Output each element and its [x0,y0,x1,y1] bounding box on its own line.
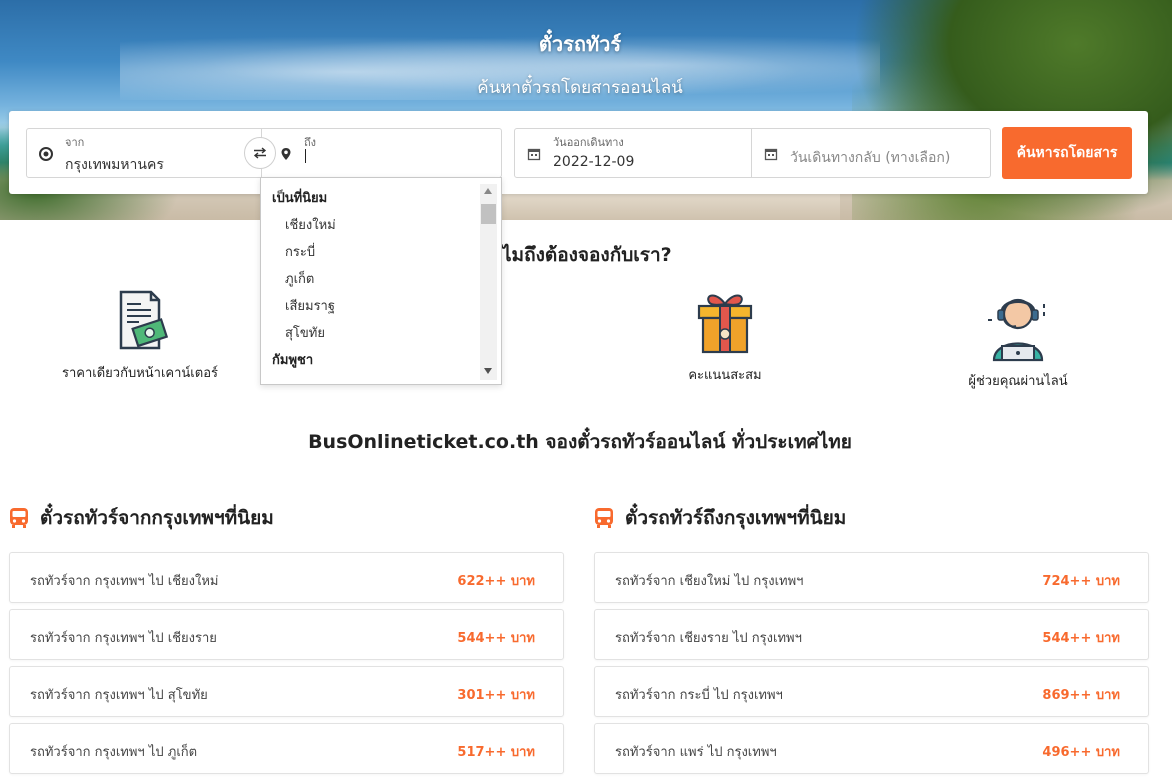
dropdown-scrollbar[interactable] [480,184,497,380]
route-name: รถทัวร์จาก กรุงเทพฯ ไป เชียงใหม่ [30,574,219,589]
ticket-money-icon [119,290,169,350]
depart-date-value[interactable]: 2022-12-09 [553,154,634,170]
route-name: รถทัวร์จาก แพร่ ไป กรุงเทพฯ [615,745,777,760]
swap-button[interactable] [244,137,276,169]
hero-title: ตั๋วรถทัวร์ [538,32,622,56]
scroll-up-icon[interactable] [484,188,492,194]
route-price: 517++ บาท [457,745,535,760]
dropdown-item[interactable]: เชียงใหม่ [261,205,485,233]
feature-line-support: ผู้ช่วยคุณผ่านไลน์ [918,290,1118,391]
scroll-down-icon[interactable] [484,368,492,374]
dropdown-item[interactable]: กระบี่ [261,232,485,260]
destination-list: เป็นที่นิยม เชียงใหม่ กระบี่ ภูเก็ต เสีย… [261,178,485,368]
route-name: รถทัวร์จาก กรุงเทพฯ ไป สุโขทัย [30,688,208,703]
section-title: ตั๋วรถทัวร์จากกรุงเทพฯที่นิยม [40,507,274,529]
support-agent-icon [988,298,1045,362]
feature-points: คะแนนสะสม [625,290,825,385]
from-field[interactable]: จาก กรุงเทพมหานคร [26,128,262,178]
route-item[interactable]: รถทัวร์จาก แพร่ ไป กรุงเทพฯ 496++ บาท [594,723,1149,774]
swap-arrows-icon [253,147,267,159]
route-name: รถทัวร์จาก กรุงเทพฯ ไป ภูเก็ต [30,745,198,760]
destination-dropdown[interactable]: เป็นที่นิยม เชียงใหม่ กระบี่ ภูเก็ต เสีย… [260,177,502,385]
route-price: 622++ บาท [457,574,535,589]
popular-to-title: ตั๋วรถทัวร์ถึงกรุงเทพฯที่นิยม [593,503,846,533]
to-field[interactable]: ถึง [261,128,502,178]
feature-label: ราคาเดียวกับหน้าเคาน์เตอร์ [62,366,218,381]
dropdown-group-cambodia: กัมพูชา [272,353,314,368]
scroll-thumb[interactable] [481,204,496,224]
bus-icon [10,508,28,528]
route-item[interactable]: รถทัวร์จาก กรุงเทพฯ ไป เชียงใหม่ 622++ บ… [9,552,564,603]
section-title: ตั๋วรถทัวร์ถึงกรุงเทพฯที่นิยม [625,507,847,529]
route-price: 544++ บาท [1042,631,1120,646]
search-panel: จาก กรุงเทพมหานคร ถึง วันออกเดินทาง 2022… [9,111,1148,194]
feature-same-price: ราคาเดียวกับหน้าเคาน์เตอร์ [40,290,240,383]
route-price: 301++ บาท [457,688,535,703]
map-pin-icon [281,148,291,160]
calendar-icon [527,148,541,161]
search-bus-button[interactable]: ค้นหารถโดยสาร [1002,127,1132,179]
dropdown-item[interactable]: ภูเก็ต [261,259,485,287]
from-value[interactable]: กรุงเทพมหานคร [65,154,164,176]
hero-subtitle: ค้นหาตั๋วรถโดยสารออนไลน์ [477,78,683,98]
feature-label: ผู้ช่วยคุณผ่านไลน์ [968,374,1068,389]
route-name: รถทัวร์จาก เชียงใหม่ ไป กรุงเทพฯ [615,574,804,589]
text-caret [305,149,306,163]
route-item[interactable]: รถทัวร์จาก กรุงเทพฯ ไป สุโขทัย 301++ บาท [9,666,564,717]
feature-label: คะแนนสะสม [688,368,762,383]
route-item[interactable]: รถทัวร์จาก เชียงใหม่ ไป กรุงเทพฯ 724++ บ… [594,552,1149,603]
from-label: จาก [65,136,85,149]
dropdown-group-popular: เป็นที่นิยม [272,191,328,206]
route-price: 496++ บาท [1042,745,1120,760]
bus-icon [595,508,613,528]
dropdown-item[interactable]: สุโขทัย [261,313,485,341]
return-date-placeholder[interactable]: วันเดินทางกลับ (ทางเลือก) [790,147,950,169]
route-price: 869++ บาท [1042,688,1120,703]
route-item[interactable]: รถทัวร์จาก เชียงราย ไป กรุงเทพฯ 544++ บา… [594,609,1149,660]
site-tagline: BusOnlineticket.co.th จองตั๋วรถทัวร์ออนไ… [308,431,852,453]
route-name: รถทัวร์จาก กระบี่ ไป กรุงเทพฯ [615,688,783,703]
dropdown-item[interactable]: เสียมราฐ [261,286,485,314]
route-item[interactable]: รถทัวร์จาก กรุงเทพฯ ไป เชียงราย 544++ บา… [9,609,564,660]
depart-date-label: วันออกเดินทาง [553,136,624,149]
why-book-title: ไมถึงต้องจองกับเรา? [502,244,672,266]
return-date-field[interactable]: วันเดินทางกลับ (ทางเลือก) [751,128,991,178]
calendar-icon [764,148,778,161]
route-price: 724++ บาท [1042,574,1120,589]
route-name: รถทัวร์จาก เชียงราย ไป กรุงเทพฯ [615,631,802,646]
gift-box-icon [697,294,753,354]
route-item[interactable]: รถทัวร์จาก กระบี่ ไป กรุงเทพฯ 869++ บาท [594,666,1149,717]
route-item[interactable]: รถทัวร์จาก กรุงเทพฯ ไป ภูเก็ต 517++ บาท [9,723,564,774]
popular-from-title: ตั๋วรถทัวร์จากกรุงเทพฯที่นิยม [8,503,274,533]
origin-dot-icon [39,147,53,161]
depart-date-field[interactable]: วันออกเดินทาง 2022-12-09 [514,128,752,178]
route-price: 544++ บาท [457,631,535,646]
route-name: รถทัวร์จาก กรุงเทพฯ ไป เชียงราย [30,631,217,646]
